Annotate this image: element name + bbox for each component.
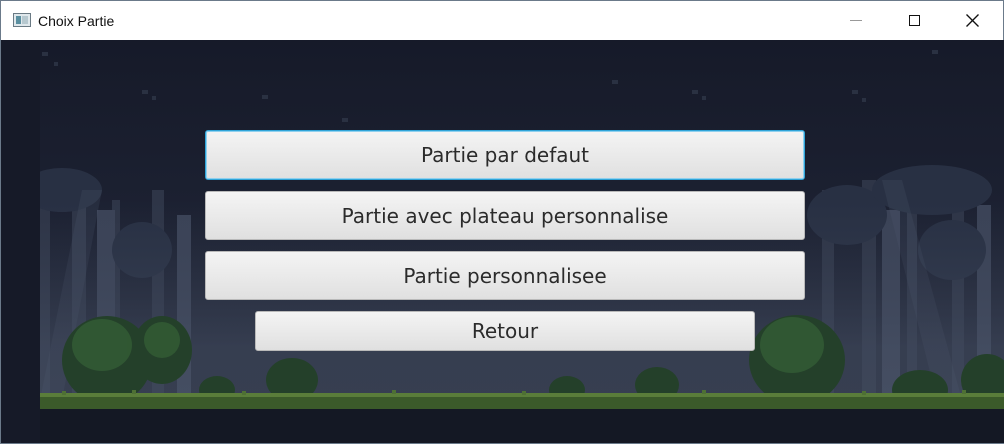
- window-title: Choix Partie: [38, 13, 115, 29]
- custom-board-game-button[interactable]: Partie avec plateau personnalise: [205, 191, 805, 240]
- close-button[interactable]: [949, 1, 995, 40]
- minimize-icon: [850, 20, 862, 21]
- minimize-button[interactable]: [833, 1, 879, 40]
- custom-board-game-button-label: Partie avec plateau personnalise: [341, 203, 669, 228]
- forest-background-image: [2, 40, 1004, 443]
- app-window-icon: [13, 13, 31, 27]
- default-game-button[interactable]: Partie par defaut: [205, 130, 805, 180]
- title-bar[interactable]: Choix Partie: [1, 1, 1003, 40]
- custom-game-button[interactable]: Partie personnalisee: [205, 251, 805, 300]
- back-button-label: Retour: [471, 319, 539, 343]
- custom-game-button-label: Partie personnalisee: [403, 263, 607, 288]
- back-button[interactable]: Retour: [255, 311, 755, 351]
- close-icon: [965, 14, 979, 27]
- maximize-icon: [908, 15, 920, 26]
- game-window: Choix Partie Partie par defaut Partie av…: [0, 0, 1004, 444]
- maximize-button[interactable]: [891, 1, 937, 40]
- default-game-button-label: Partie par defaut: [420, 143, 590, 167]
- forest-background-scene: Partie par defaut Partie avec plateau pe…: [2, 40, 1004, 443]
